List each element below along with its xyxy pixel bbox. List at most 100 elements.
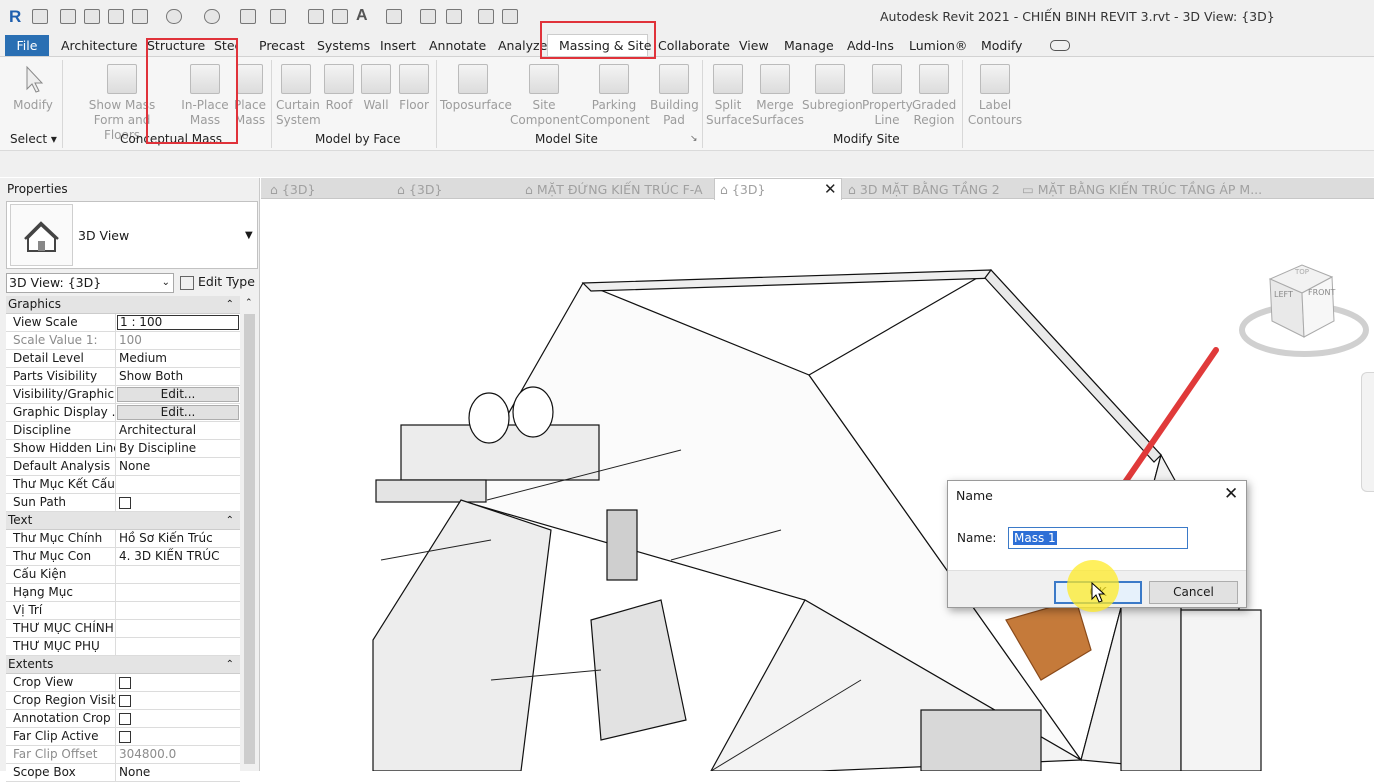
tab-insert[interactable]: Insert — [380, 38, 416, 53]
wall-by-face-button[interactable]: Wall — [360, 64, 392, 113]
ribbon-minimize-icon[interactable] — [1050, 40, 1070, 51]
home-icon[interactable] — [32, 9, 48, 24]
split-surface-button[interactable]: Split Surface — [706, 64, 752, 128]
new-icon[interactable] — [60, 9, 76, 24]
edit-type-button[interactable]: Edit Type — [180, 273, 256, 293]
scroll-up-icon[interactable]: ⌃ — [245, 298, 253, 308]
property-value[interactable]: Architectural — [116, 422, 240, 439]
thin-lines-icon[interactable] — [446, 9, 462, 24]
parking-component-button[interactable]: Parking Component — [580, 64, 650, 128]
property-value[interactable]: Show Both — [116, 368, 240, 385]
property-key: Thư Mục Con — [6, 548, 116, 565]
tab-view[interactable]: View — [739, 38, 769, 53]
annotation-crop-checkbox[interactable] — [119, 713, 131, 725]
redo-icon[interactable] — [204, 9, 220, 24]
label-contours-button[interactable]: Label Contours — [966, 64, 1024, 128]
section-icon[interactable] — [420, 9, 436, 24]
merge-surfaces-button[interactable]: Merge Surfaces — [752, 64, 804, 128]
property-key: Thư Mục Chính — [6, 530, 116, 547]
property-value[interactable]: 4. 3D KIẾN TRÚC — [116, 548, 240, 565]
tab-modify[interactable]: Modify — [981, 38, 1022, 53]
viewcube-top-face[interactable]: TOP — [1295, 268, 1309, 276]
tag-icon[interactable] — [332, 9, 348, 24]
view-tab[interactable]: ⌂ {3D} — [270, 182, 315, 197]
viewcube-left-face[interactable]: LEFT — [1274, 290, 1293, 299]
section-text[interactable]: Text ⌃ — [6, 512, 240, 530]
section-graphics[interactable]: Graphics ⌃ — [6, 296, 240, 314]
property-value[interactable] — [116, 584, 240, 601]
sync-icon[interactable] — [132, 9, 148, 24]
site-component-label: Site Component — [510, 98, 580, 127]
type-dropdown-icon[interactable]: ▼ — [245, 230, 253, 241]
tab-manage[interactable]: Manage — [784, 38, 834, 53]
tab-collaborate[interactable]: Collaborate — [658, 38, 730, 53]
roof-by-face-button[interactable]: Roof — [322, 64, 356, 113]
property-value[interactable]: None — [116, 458, 240, 475]
select-panel-label[interactable]: Select ▾ — [10, 132, 57, 146]
edit-graphic-display-button[interactable]: Edit... — [117, 405, 239, 420]
print-icon[interactable] — [240, 9, 256, 24]
property-value[interactable]: Medium — [116, 350, 240, 367]
view-tab[interactable]: ▭ MẶT BẰNG KIẾN TRÚC TẦNG ÁP M... — [1022, 182, 1262, 197]
modify-button[interactable]: Modify — [10, 64, 56, 113]
switch-windows-icon[interactable] — [502, 9, 518, 24]
tab-architecture[interactable]: Architecture — [61, 38, 138, 53]
close-hidden-icon[interactable] — [478, 9, 494, 24]
subregion-button[interactable]: Subregion — [802, 64, 863, 113]
dialog-close-icon[interactable]: ✕ — [1224, 484, 1238, 504]
edit-visibility-button[interactable]: Edit... — [117, 387, 239, 402]
property-value[interactable] — [116, 476, 240, 493]
view-tab[interactable]: ⌂ 3D MẶT BẰNG TẦNG 2 — [848, 182, 1000, 197]
far-clip-active-checkbox[interactable] — [119, 731, 131, 743]
property-value: 304800.0 — [119, 747, 177, 761]
view-tab[interactable]: ⌂ MẶT ĐỨNG KIẾN TRÚC F-A — [525, 182, 703, 197]
property-line-button[interactable]: Property Line — [862, 64, 913, 128]
scrollbar-thumb[interactable] — [244, 314, 255, 764]
place-mass-button[interactable]: Place Mass — [233, 64, 267, 128]
crop-region-visible-checkbox[interactable] — [119, 695, 131, 707]
property-value[interactable] — [116, 638, 240, 655]
property-value[interactable] — [116, 602, 240, 619]
file-tab[interactable]: File — [5, 35, 49, 56]
graded-region-button[interactable]: Graded Region — [912, 64, 956, 128]
measure-icon[interactable] — [270, 9, 286, 24]
section-extents[interactable]: Extents ⌃ — [6, 656, 240, 674]
sun-path-checkbox[interactable] — [119, 497, 131, 509]
tab-add-ins[interactable]: Add-Ins — [847, 38, 894, 53]
tab-precast[interactable]: Precast — [259, 38, 305, 53]
toposurface-button[interactable]: Toposurface — [440, 64, 512, 113]
undo-icon[interactable] — [166, 9, 182, 24]
default-3d-icon[interactable] — [386, 9, 402, 24]
view-instance-select[interactable]: 3D View: {3D} ⌄ — [6, 273, 174, 293]
site-component-button[interactable]: Site Component — [510, 64, 580, 128]
floor-by-face-button[interactable]: Floor — [397, 64, 431, 113]
dialog-launcher-icon[interactable]: ↘ — [690, 134, 698, 144]
save-icon[interactable] — [108, 9, 124, 24]
name-input[interactable]: Mass 1 — [1008, 527, 1188, 549]
tab-lumion[interactable]: Lumion® — [909, 38, 967, 53]
view-scale-input[interactable]: 1 : 100 — [117, 315, 239, 330]
curtain-system-button[interactable]: Curtain System — [276, 64, 321, 128]
merge-surfaces-icon — [760, 64, 790, 94]
open-icon[interactable] — [84, 9, 100, 24]
cancel-button[interactable]: Cancel — [1149, 581, 1238, 604]
properties-scrollbar[interactable]: ⌃ — [241, 296, 258, 771]
revit-logo-icon[interactable]: R — [9, 7, 21, 27]
property-value[interactable] — [116, 620, 240, 637]
viewcube-front-face[interactable]: FRONT — [1308, 288, 1335, 297]
property-value[interactable] — [116, 566, 240, 583]
dimension-icon[interactable] — [308, 9, 324, 24]
crop-view-checkbox[interactable] — [119, 677, 131, 689]
close-tab-icon[interactable]: ✕ — [824, 180, 837, 198]
cursor-icon — [26, 65, 44, 93]
property-value[interactable]: None — [116, 764, 240, 781]
view-tab-active[interactable]: ⌂ {3D} — [720, 182, 765, 197]
navigation-bar[interactable] — [1361, 372, 1374, 492]
building-pad-button[interactable]: Building Pad — [650, 64, 699, 128]
property-value[interactable]: Hồ Sơ Kiến Trúc — [116, 530, 240, 547]
view-tab[interactable]: ⌂ {3D} — [397, 182, 442, 197]
text-icon[interactable]: A — [356, 7, 368, 25]
tab-systems[interactable]: Systems — [317, 38, 370, 53]
tab-annotate[interactable]: Annotate — [429, 38, 486, 53]
property-value[interactable]: By Discipline — [116, 440, 240, 457]
